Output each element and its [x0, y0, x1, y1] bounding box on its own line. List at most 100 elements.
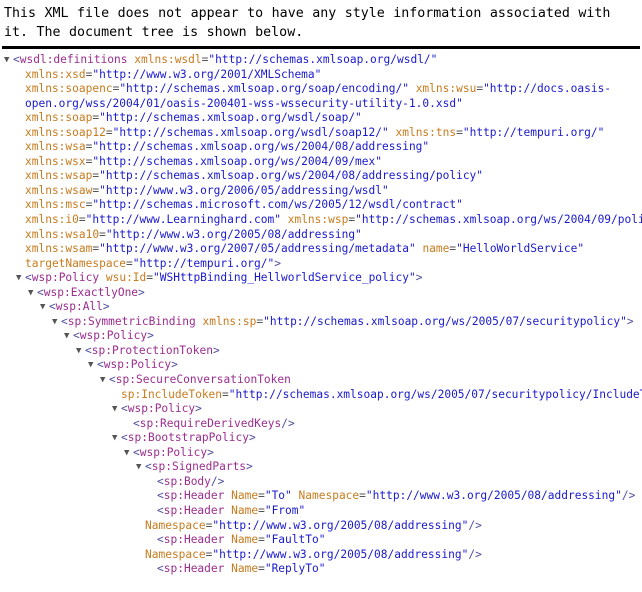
xml-equals: = [126, 256, 133, 270]
xml-punctuation: > [246, 460, 253, 474]
xml-attribute-name: Name [231, 503, 259, 517]
collapse-triangle-icon[interactable]: ▼ [16, 271, 25, 286]
xml-tree-line: xmlns:msc="http://schemas.microsoft.com/… [4, 198, 642, 213]
xml-attribute-name: xmlns:wsu [415, 82, 477, 96]
xml-attribute-value: "http://tempuri.org/" [462, 125, 605, 139]
xml-attribute-name: name [422, 242, 450, 256]
collapse-triangle-icon[interactable]: ▼ [4, 53, 13, 68]
xml-attribute-value: "FaultTo" [264, 533, 326, 547]
xml-tree-line: ▼ <sp:SecureConversationToken [4, 373, 642, 388]
xml-tree-line: xmlns:wsam="http://www.w3.org/2007/05/ad… [4, 242, 642, 257]
collapse-triangle-icon[interactable]: ▼ [64, 329, 73, 344]
xml-tree-line: ▼ <wsp:Policy> [4, 402, 642, 417]
xml-tag-name: sp:Header [163, 562, 225, 576]
xml-tag-name: sp:Header [163, 489, 225, 503]
collapse-triangle-icon[interactable]: ▼ [76, 344, 85, 359]
notice-separator-rule [2, 46, 640, 49]
notice-line-2: it. The document tree is shown below. [4, 25, 304, 40]
xml-punctuation: < [145, 460, 152, 474]
xml-equals: = [258, 503, 265, 517]
collapse-triangle-icon[interactable]: ▼ [124, 446, 133, 461]
tree-line-spacer [16, 242, 25, 257]
collapse-triangle-icon[interactable]: ▼ [112, 431, 121, 446]
xml-tag-name: sp:SymmetricBinding [67, 314, 196, 328]
xml-attribute-name: xmlns:wsam [25, 242, 93, 256]
xml-punctuation: /> [210, 474, 225, 488]
xml-attribute-value: "http://www.w3.org/2005/08/addressing" [212, 518, 469, 532]
xml-punctuation: < [49, 300, 56, 314]
tree-line-spacer [16, 97, 25, 112]
xml-attribute-value: "http://www.w3.org/2001/XMLSchema" [92, 67, 322, 81]
xml-tree-line: xmlns:wsaw="http://www.w3.org/2006/05/ad… [4, 184, 642, 199]
xml-tag-name: wsp:All [55, 300, 103, 314]
xml-attribute-name: Namespace [145, 547, 206, 561]
xml-punctuation: < [133, 416, 140, 430]
xml-attribute-value: "http://schemas.microsoft.com/ws/2005/12… [92, 198, 463, 212]
xml-tag-name: sp:RequireDerivedKeys [139, 416, 282, 430]
xml-attribute-name: Namespace [145, 518, 206, 532]
tree-line-spacer [16, 228, 25, 243]
xml-tag-name: wsdl:definitions [19, 53, 128, 66]
xml-attribute-name: xmlns:wsdl [134, 53, 202, 66]
xml-punctuation: /> [281, 416, 295, 430]
xml-punctuation: < [157, 474, 164, 488]
xml-tree-line: xmlns:soapenc="http://schemas.xmlsoap.or… [4, 82, 642, 97]
xml-punctuation: > [147, 329, 154, 343]
tree-line-spacer [16, 82, 25, 97]
xml-tree-line: ▼ <wsdl:definitions xmlns:wsdl="http://sc… [4, 53, 642, 68]
xml-document-page: This XML file does not appear to have an… [0, 0, 642, 592]
tree-line-spacer [16, 257, 25, 272]
collapse-triangle-icon[interactable]: ▼ [28, 286, 37, 301]
xml-tree-line: <sp:Header Name="From" [4, 504, 642, 519]
xml-space [99, 271, 106, 284]
collapse-triangle-icon[interactable]: ▼ [88, 358, 97, 373]
xml-attribute-value: "http://www.Learninghard.com" [85, 213, 281, 227]
xml-equals: = [99, 227, 106, 241]
no-stylesheet-notice: This XML file does not appear to have an… [0, 0, 642, 42]
xml-tree-line: ▼ <wsp:ExactlyOne> [4, 286, 642, 301]
xml-attribute-name: wsu:Id [105, 271, 147, 285]
xml-attribute-value: "To" [264, 489, 292, 503]
xml-tag-name: sp:SignedParts [151, 460, 247, 474]
xml-tree-line: ▼ <sp:SignedParts> [4, 460, 642, 475]
xml-attribute-name: Name [231, 562, 259, 576]
xml-tree-line: <sp:RequireDerivedKeys/> [4, 417, 642, 432]
xml-attribute-name: xmlns:wsa [25, 140, 86, 154]
collapse-triangle-icon[interactable]: ▼ [112, 402, 121, 417]
xml-attribute-value: "http://tempuri.org/" [132, 256, 275, 270]
xml-tag-name: sp:SecureConversationToken [115, 373, 291, 387]
xml-tag-name: wsp:Policy [127, 402, 196, 416]
xml-punctuation: < [121, 431, 128, 445]
xml-punctuation: > [415, 271, 423, 285]
xml-tree-line: xmlns:soap="http://schemas.xmlsoap.org/w… [4, 111, 642, 126]
xml-tree-line: targetNamespace="http://tempuri.org/"> [4, 257, 642, 272]
tree-line-spacer [16, 198, 25, 213]
xml-attribute-name: xmlns:wsx [25, 154, 86, 168]
collapse-triangle-icon[interactable]: ▼ [40, 300, 49, 315]
xml-attribute-name: xmlns:tns [395, 125, 457, 139]
xml-attribute-value: "http://schemas.xmlsoap.org/ws/2004/08/a… [92, 140, 430, 154]
xml-tag-name: sp:Body [163, 474, 211, 488]
xml-punctuation: < [133, 445, 140, 459]
xml-tag-name: wsp:ExactlyOne [43, 285, 139, 299]
collapse-triangle-icon[interactable]: ▼ [136, 460, 145, 475]
collapse-triangle-icon[interactable]: ▼ [100, 373, 109, 388]
xml-tree-line: xmlns:i0="http://www.Learninghard.com" x… [4, 213, 642, 228]
tree-line-spacer [16, 140, 25, 155]
collapse-triangle-icon[interactable]: ▼ [52, 315, 61, 330]
xml-attribute-value: open.org/wss/2004/01/oasis-200401-wss-ws… [25, 96, 463, 110]
xml-attribute-value: "http://schemas.xmlsoap.org/ws/2005/07/s… [228, 387, 642, 401]
xml-tree-line: ▼ <wsp:All> [4, 300, 642, 315]
xml-equals: = [359, 489, 366, 503]
xml-attribute-value: "http://www.w3.org/2007/05/addressing/me… [99, 242, 416, 256]
xml-punctuation: < [85, 343, 92, 357]
xml-punctuation: < [157, 533, 164, 547]
xml-punctuation: > [171, 358, 178, 372]
tree-line-spacer [148, 504, 157, 519]
xml-punctuation: < [109, 373, 116, 387]
xml-attribute-value: "WSHttpBinding_HellworldService_policy" [153, 271, 416, 285]
tree-line-spacer [16, 169, 25, 184]
xml-punctuation: < [121, 402, 128, 416]
xml-attribute-name: xmlns:wsaw [25, 183, 93, 197]
xml-punctuation: > [195, 402, 202, 416]
